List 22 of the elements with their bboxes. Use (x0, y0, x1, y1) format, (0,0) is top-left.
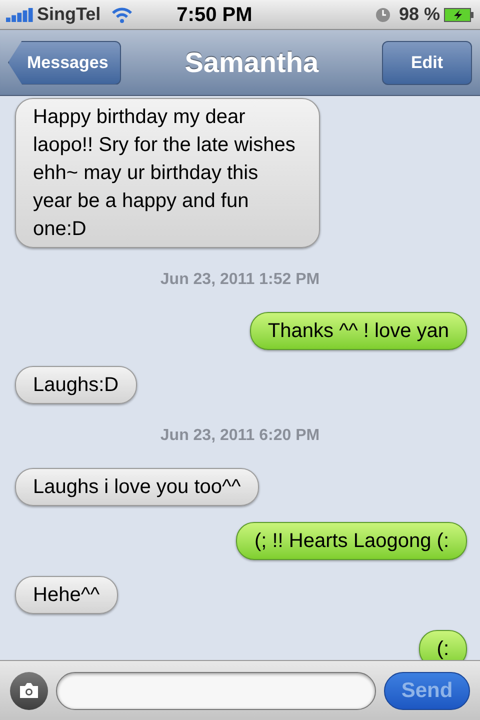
alarm-icon (374, 6, 391, 22)
incoming-message-bubble: Happy birthday my dear laopo!! Sry for the late wishes ehh~ may ur birthday this year be a happy and fun one:D (15, 98, 320, 248)
incoming-message-bubble: Hehe^^ (15, 576, 118, 614)
camera-button[interactable] (10, 672, 48, 710)
incoming-message-bubble: Laughs i love you too^^ (15, 468, 259, 506)
timestamp: Jun 23, 2011 6:20 PM (160, 426, 320, 446)
incoming-message-bubble: Laughs:D (15, 366, 137, 404)
message-input-field[interactable] (56, 672, 376, 710)
conversation-title: Samantha (184, 46, 320, 80)
wifi-icon (110, 6, 133, 22)
carrier-name: SingTel (37, 3, 101, 26)
back-button[interactable]: Messages (8, 40, 122, 84)
outgoing-message-bubble: (: (418, 630, 467, 660)
timestamp: Jun 23, 2011 1:52 PM (160, 270, 320, 290)
camera-icon (18, 682, 40, 699)
outgoing-message-bubble: Thanks ^^ ! love yan (250, 312, 467, 350)
outgoing-message-bubble: (; !! Hearts Laogong (: (236, 522, 467, 560)
battery-percent: 98 % (398, 3, 440, 26)
signal-icon (6, 8, 34, 22)
clock-time: 7:50 PM (176, 2, 252, 28)
edit-button[interactable]: Edit (382, 40, 472, 84)
charging-battery-icon (444, 6, 474, 22)
